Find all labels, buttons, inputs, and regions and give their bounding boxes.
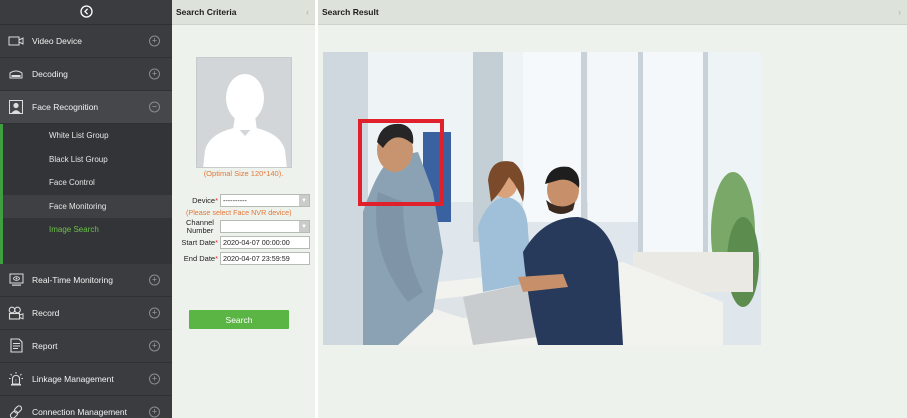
optimal-size-note: (Optimal Size 120*140).	[203, 169, 284, 178]
expand-icon[interactable]: +	[149, 307, 160, 318]
circle-chevron-left-icon[interactable]	[79, 4, 93, 20]
chevron-down-icon[interactable]: ▼	[299, 221, 309, 233]
start-date-label: Start Date*	[181, 237, 218, 247]
device-label: Device*	[192, 195, 218, 205]
link-icon	[8, 404, 24, 418]
face-photo-placeholder[interactable]	[196, 57, 292, 168]
device-select-value: ----------	[223, 196, 247, 205]
sidebar-item-label: Linkage Management	[32, 373, 114, 384]
submenu-spacer	[0, 241, 172, 264]
search-criteria-header: Search Criteria ‹	[172, 0, 315, 25]
submenu-item-face-control[interactable]: Face Control	[0, 171, 172, 195]
search-result-panel: Search Result ›	[318, 0, 907, 418]
device-hint: (Please select Face NVR device)	[186, 208, 292, 217]
end-date-label: End Date*	[183, 253, 218, 263]
decoder-icon	[8, 66, 24, 82]
expand-icon[interactable]: +	[149, 274, 160, 285]
face-icon	[8, 99, 24, 115]
sidebar-item-real-time-monitoring[interactable]: Real-Time Monitoring +	[0, 264, 172, 297]
search-criteria-title: Search Criteria	[176, 7, 237, 17]
channel-row: Channel Number ▼	[172, 219, 310, 235]
face-recognition-submenu: White List Group Black List Group Face C…	[0, 124, 172, 264]
sidebar-item-label: Face Recognition	[32, 102, 99, 112]
sidebar-item-label: Video Device	[32, 36, 82, 46]
sidebar-item-label: Decoding	[32, 69, 68, 79]
submenu-item-white-list-group[interactable]: White List Group	[0, 124, 172, 148]
report-icon	[8, 338, 24, 354]
expand-icon[interactable]: +	[149, 68, 160, 80]
collapse-button[interactable]	[0, 0, 172, 25]
expand-icon[interactable]: +	[149, 35, 160, 47]
sidebar-item-linkage-management[interactable]: ! Linkage Management +	[0, 363, 172, 396]
start-date-input[interactable]: 2020-04-07 00:00:00	[220, 236, 310, 249]
face-detection-box	[358, 119, 444, 206]
expand-icon[interactable]: +	[149, 406, 160, 417]
chevron-down-icon[interactable]: ▼	[299, 195, 309, 206]
sidebar-item-report[interactable]: Report +	[0, 330, 172, 363]
search-result-header: Search Result ›	[318, 0, 907, 25]
sidebar-item-decoding[interactable]: Decoding +	[0, 58, 172, 91]
sidebar-item-video-device[interactable]: Video Device +	[0, 25, 172, 58]
sidebar-item-label: Real-Time Monitoring	[32, 274, 113, 285]
sidebar: Video Device + Decoding + Face Recogniti…	[0, 0, 172, 418]
search-criteria-panel: Search Criteria ‹ (Optimal Size 120*140)…	[172, 0, 315, 418]
video-camera-icon	[8, 33, 24, 49]
alarm-icon: !	[8, 371, 24, 387]
channel-number-label: Channel Number	[186, 218, 214, 235]
sidebar-item-label: Report	[32, 340, 58, 351]
submenu-item-face-monitoring[interactable]: Face Monitoring	[0, 194, 172, 218]
sidebar-item-label: Connection Management	[32, 406, 127, 417]
search-result-title: Search Result	[322, 7, 379, 17]
chevron-right-icon[interactable]: ›	[898, 7, 901, 17]
monitor-icon	[8, 272, 24, 288]
expand-icon[interactable]: +	[149, 373, 160, 384]
channel-number-select[interactable]: ▼	[220, 220, 310, 234]
sidebar-item-face-recognition[interactable]: Face Recognition −	[0, 91, 172, 124]
sidebar-item-record[interactable]: Record +	[0, 297, 172, 330]
end-date-input[interactable]: 2020-04-07 23:59:59	[220, 252, 310, 265]
result-photo[interactable]	[323, 52, 761, 345]
device-row: Device* ---------- ▼	[172, 194, 310, 207]
expand-icon[interactable]: +	[149, 340, 160, 351]
sidebar-item-connection-management[interactable]: Connection Management +	[0, 396, 172, 418]
search-button[interactable]: Search	[189, 310, 289, 329]
submenu-item-image-search[interactable]: Image Search	[0, 218, 172, 242]
start-date-row: Start Date* 2020-04-07 00:00:00	[172, 236, 310, 249]
collapse-icon[interactable]: −	[149, 101, 160, 113]
device-select[interactable]: ---------- ▼	[220, 194, 310, 207]
record-icon	[8, 305, 24, 321]
svg-text:!: !	[15, 379, 16, 385]
submenu-item-black-list-group[interactable]: Black List Group	[0, 147, 172, 171]
chevron-left-icon[interactable]: ‹	[306, 7, 309, 17]
end-date-row: End Date* 2020-04-07 23:59:59	[172, 252, 310, 265]
sidebar-item-label: Record	[32, 307, 60, 318]
